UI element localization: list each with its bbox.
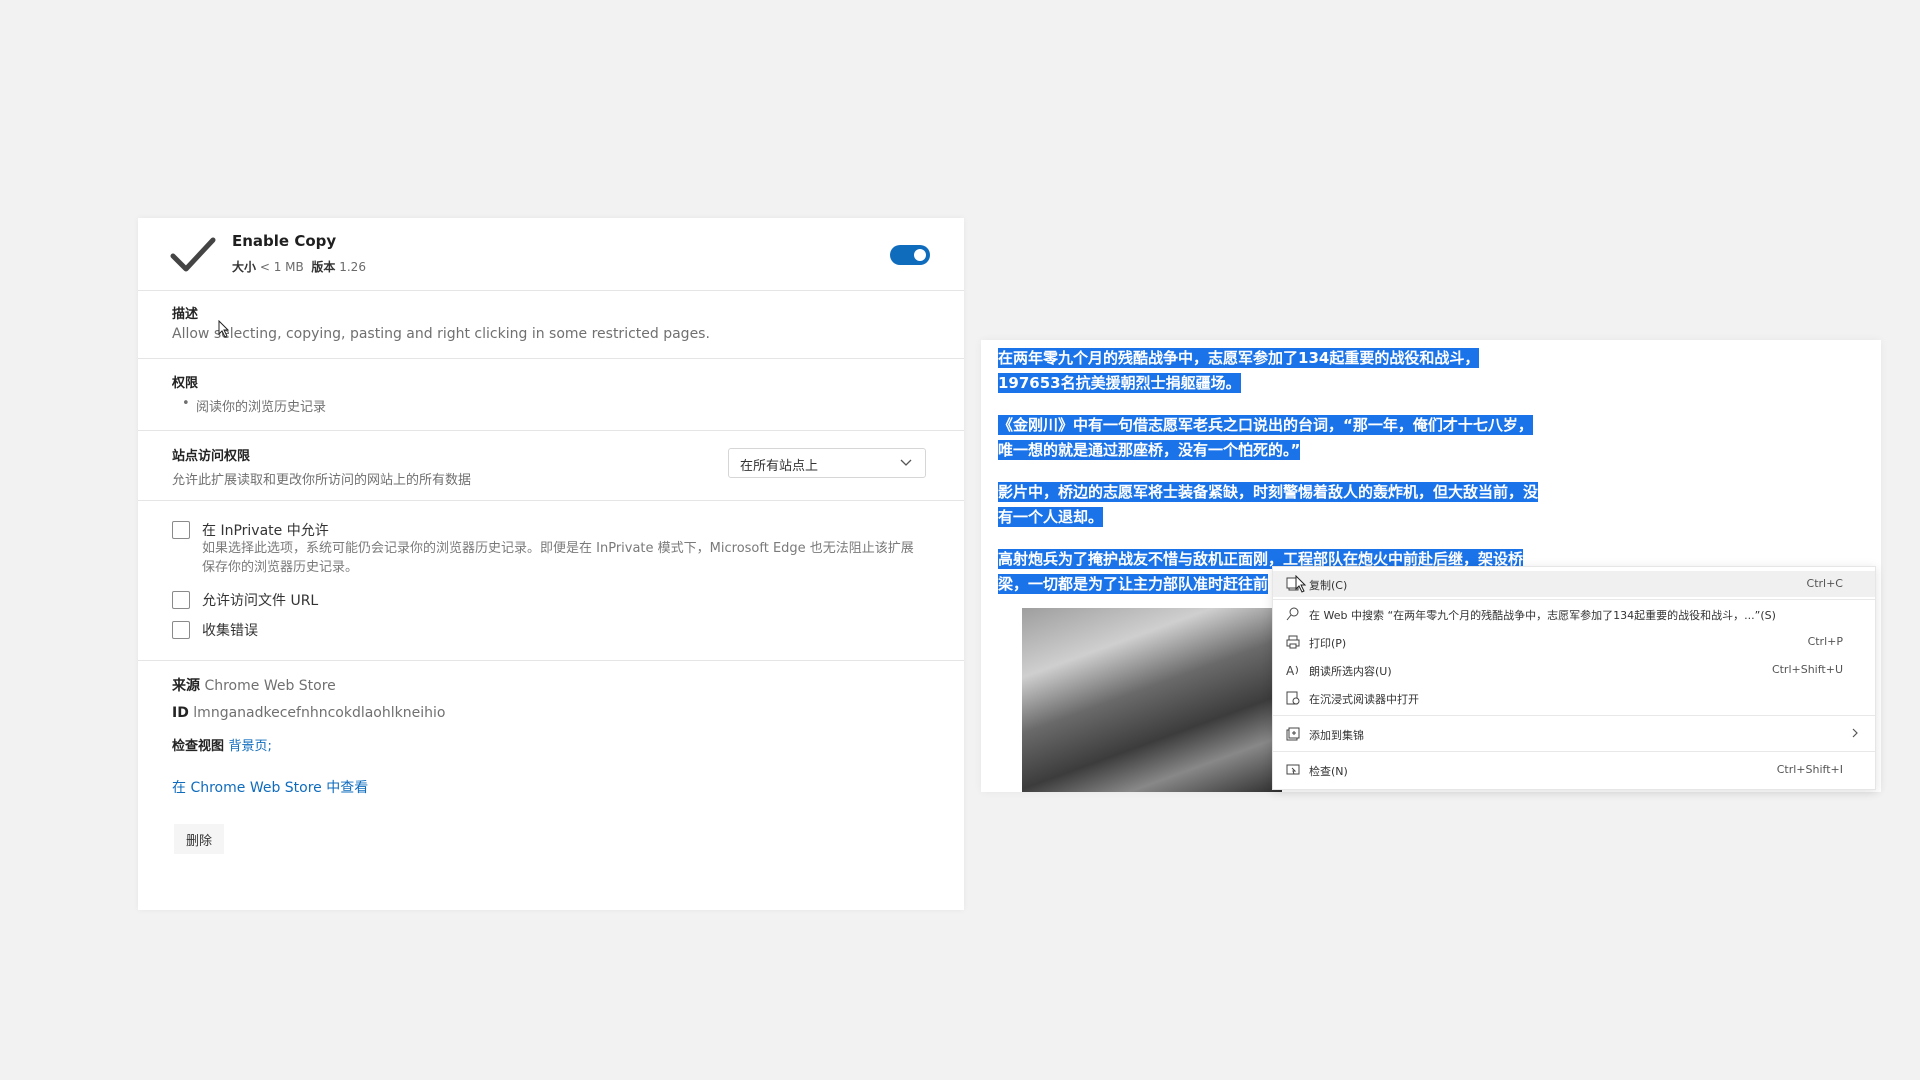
site-access-title: 站点访问权限: [172, 449, 251, 464]
store-link[interactable]: 在 Chrome Web Store 中查看: [172, 777, 368, 797]
paragraph-1[interactable]: 在两年零九个月的残酷战争中，志愿军参加了134起重要的战役和战斗，197653名…: [998, 346, 1538, 396]
enable-extension-toggle[interactable]: [890, 245, 930, 265]
menu-item-inspect[interactable]: 检查(N) Ctrl+Shift+I: [1273, 757, 1875, 783]
description-title: 描述: [172, 307, 199, 322]
source-line: 来源 Chrome Web Store: [172, 675, 336, 695]
collect-errors-label: 收集错误: [202, 623, 258, 639]
file-url-label: 允许访问文件 URL: [202, 593, 319, 609]
menu-item-copy[interactable]: 复制(C) Ctrl+C: [1273, 571, 1875, 597]
inprivate-label: 在 InPrivate 中允许: [202, 523, 329, 539]
id-line: ID lmnganadkecefnhncokdlaohlkneihio: [172, 705, 445, 721]
background-page-link[interactable]: 背景页;: [228, 739, 271, 754]
version-label: 版本: [311, 260, 336, 274]
collections-icon: [1286, 727, 1300, 741]
menu-item-web-search[interactable]: 在 Web 中搜索 “在两年零九个月的残酷战争中，志愿军参加了134起重要的战役…: [1273, 601, 1875, 627]
svg-text:A: A: [1286, 664, 1295, 678]
extension-details-card: Enable Copy 大小 < 1 MB 版本 1.26 描述 Allow s…: [138, 218, 964, 910]
site-access-section: 站点访问权限 允许此扩展读取和更改你所访问的网站上的所有数据 在所有站点上: [138, 430, 964, 501]
extension-meta: 大小 < 1 MB 版本 1.26: [232, 258, 366, 275]
site-access-selected: 在所有站点上: [740, 459, 819, 474]
permissions-section: 权限 阅读你的浏览历史记录: [138, 358, 964, 431]
extension-header: Enable Copy 大小 < 1 MB 版本 1.26: [138, 218, 964, 290]
collect-errors-checkbox[interactable]: [172, 621, 190, 639]
context-menu: 复制(C) Ctrl+C 在 Web 中搜索 “在两年零九个月的残酷战争中，志愿…: [1272, 566, 1876, 790]
inspect-icon: [1286, 764, 1300, 775]
paragraph-3[interactable]: 影片中，桥边的志愿军将士装备紧缺，时刻警惕着敌人的轰炸机，但大敌当前，没有一个人…: [998, 480, 1539, 530]
description-section: 描述 Allow selecting, copying, pasting and…: [138, 290, 964, 359]
chevron-down-icon: [900, 459, 912, 466]
menu-item-print[interactable]: 打印(P) Ctrl+P: [1273, 629, 1875, 655]
site-access-desc: 允许此扩展读取和更改你所访问的网站上的所有数据: [172, 473, 472, 488]
mouse-cursor-icon: [218, 320, 230, 338]
options-section: 在 InPrivate 中允许 如果选择此选项，系统可能仍会记录你的浏览器历史记…: [138, 500, 964, 661]
film-still-image: [1022, 608, 1282, 792]
inspect-line: 检查视图 背景页;: [172, 735, 272, 754]
site-access-select[interactable]: 在所有站点上: [728, 448, 926, 478]
permission-item: 阅读你的浏览历史记录: [182, 396, 326, 415]
id-label: ID: [172, 705, 189, 721]
inprivate-desc: 如果选择此选项，系统可能仍会记录你的浏览器历史记录。即便是在 InPrivate…: [202, 541, 914, 575]
checkmark-logo-icon: [170, 237, 216, 272]
id-value: lmnganadkecefnhncokdlaohlkneihio: [193, 705, 446, 721]
extension-name: Enable Copy: [232, 232, 337, 250]
delete-button[interactable]: 删除: [174, 824, 224, 854]
menu-item-read-aloud[interactable]: A 朗读所选内容(U) Ctrl+Shift+U: [1273, 657, 1875, 683]
file-url-checkbox[interactable]: [172, 591, 190, 609]
immersive-reader-icon: [1286, 691, 1300, 705]
version-value: 1.26: [339, 260, 366, 274]
mouse-cursor-icon: [1295, 575, 1307, 593]
menu-item-collections[interactable]: 添加到集锦: [1273, 721, 1875, 747]
info-section: 来源 Chrome Web Store ID lmnganadkecefnhnc…: [138, 660, 964, 881]
print-icon: [1286, 635, 1300, 649]
inspect-label: 检查视图: [172, 739, 225, 754]
permissions-title: 权限: [172, 376, 199, 391]
search-icon: [1286, 607, 1299, 621]
description-text: Allow selecting, copying, pasting and ri…: [172, 326, 710, 342]
size-value: < 1 MB: [259, 260, 304, 274]
toggle-knob: [914, 249, 926, 261]
read-aloud-icon: A: [1286, 664, 1298, 678]
paragraph-2[interactable]: 《金刚川》中有一句借志愿军老兵之口说出的台词，“那一年，俺们才十七八岁，唯一想的…: [998, 413, 1538, 463]
source-label: 来源: [172, 678, 200, 694]
chevron-right-icon: [1852, 728, 1858, 738]
size-label: 大小: [232, 260, 257, 274]
menu-item-immersive-reader[interactable]: 在沉浸式阅读器中打开: [1273, 685, 1875, 711]
source-value: Chrome Web Store: [204, 678, 336, 694]
inprivate-checkbox[interactable]: [172, 521, 190, 539]
